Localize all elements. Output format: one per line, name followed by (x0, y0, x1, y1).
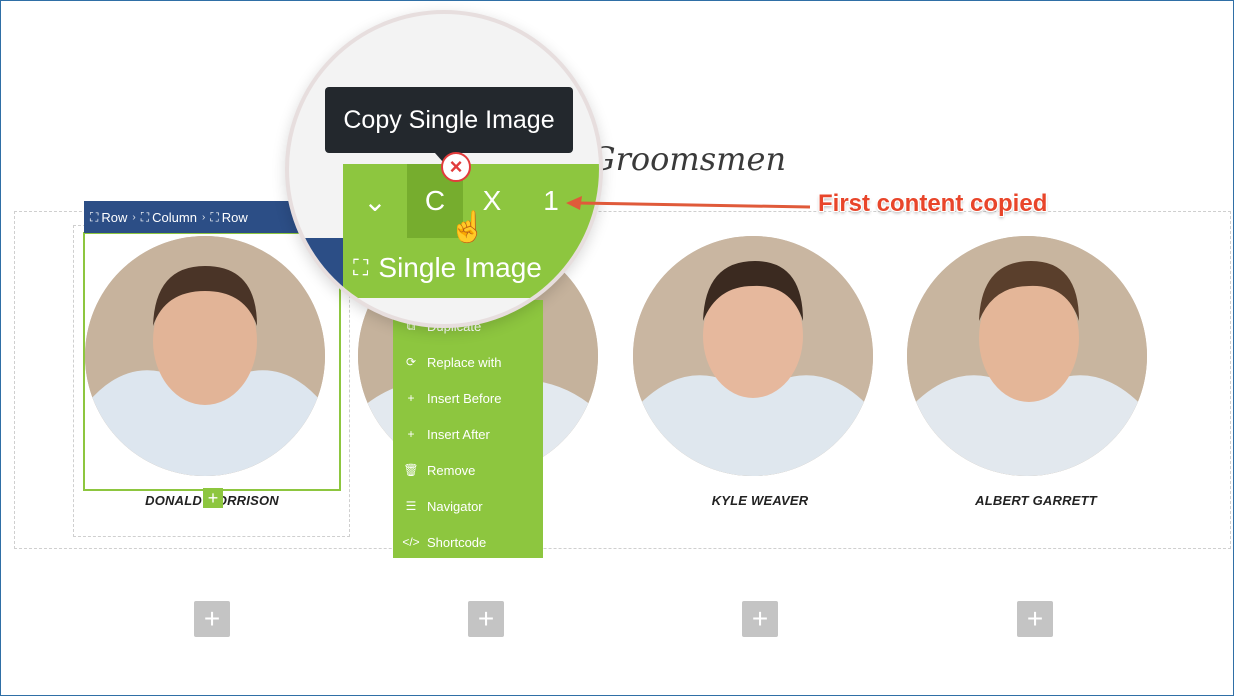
person-name-4: ALBERT GARRETT (975, 493, 1097, 508)
menu-item-label: Remove (427, 462, 476, 478)
section-heading: Groomsmen (590, 140, 787, 178)
element-context-menu: ⧉ Duplicate ⟳ Replace with + Insert Befo… (393, 300, 543, 558)
menu-item-navigator[interactable]: ☰ Navigator (393, 488, 543, 524)
hand-cursor-icon: ☝ (449, 211, 487, 244)
add-element-button-col-2[interactable]: + (468, 601, 504, 637)
menu-item-label: Insert After (427, 426, 490, 442)
trash-icon: 🗑 (403, 463, 419, 477)
move-icon: ⛶ (90, 209, 99, 224)
code-icon: </> (402, 535, 420, 549)
menu-item-insert-before[interactable]: + Insert Before (393, 380, 543, 416)
close-icon[interactable]: × (441, 152, 471, 182)
annotation-arrow (566, 196, 811, 210)
layers-icon: ☰ (405, 499, 417, 513)
move-icon: ⛶ (210, 209, 219, 224)
chevron-down-icon[interactable]: ⌄ (343, 164, 407, 238)
annotation-label: First content copied (818, 190, 1048, 217)
breadcrumb-row[interactable]: ⛶ Row (90, 210, 127, 225)
move-icon: ⛶ (140, 209, 150, 224)
breadcrumb-inner-row[interactable]: ⛶ Row (210, 210, 247, 225)
breadcrumb-label: Row (221, 209, 248, 225)
menu-item-remove[interactable]: 🗑 Remove (393, 452, 543, 488)
menu-item-label: Navigator (427, 498, 483, 514)
chevron-right-icon: › (201, 211, 206, 223)
menu-item-insert-after[interactable]: + Insert After (393, 416, 543, 452)
breadcrumb: ⛶ Row › ⛶ Column › ⛶ Row (84, 201, 314, 233)
zoom-magnifier: Copy Single Image ⌄ C X 1 ⛶ Single Image… (285, 10, 603, 328)
breadcrumb-label: Row (101, 209, 128, 225)
chevron-right-icon: › (132, 211, 136, 223)
person-name-3: KYLE WEAVER (711, 493, 809, 508)
menu-item-shortcode[interactable]: </> Shortcode (393, 524, 543, 560)
plus-icon: + (407, 391, 415, 405)
add-element-button-col-4[interactable]: + (1017, 601, 1053, 637)
person-photo-3[interactable] (633, 236, 873, 476)
add-element-button-col-3[interactable]: + (742, 601, 778, 637)
menu-item-label: Shortcode (427, 534, 487, 550)
breadcrumb-column[interactable]: ⛶ Column (141, 210, 197, 225)
menu-item-replace[interactable]: ⟳ Replace with (393, 344, 543, 380)
element-label-bar[interactable]: ⛶ Single Image (343, 238, 599, 298)
person-photo-4[interactable] (907, 236, 1147, 476)
plus-icon: + (407, 427, 415, 441)
breadcrumb-label: Column (152, 209, 197, 225)
tooltip: Copy Single Image (325, 87, 573, 153)
add-element-button-col-1[interactable]: + (194, 601, 230, 637)
element-label: Single Image (378, 252, 542, 283)
breadcrumb-zoomed (289, 238, 343, 298)
menu-item-label: Replace with (427, 354, 502, 370)
refresh-icon: ⟳ (405, 355, 417, 369)
menu-item-label: Insert Before (427, 390, 502, 406)
add-element-button[interactable]: + (203, 488, 223, 508)
move-icon: ⛶ (353, 255, 369, 280)
